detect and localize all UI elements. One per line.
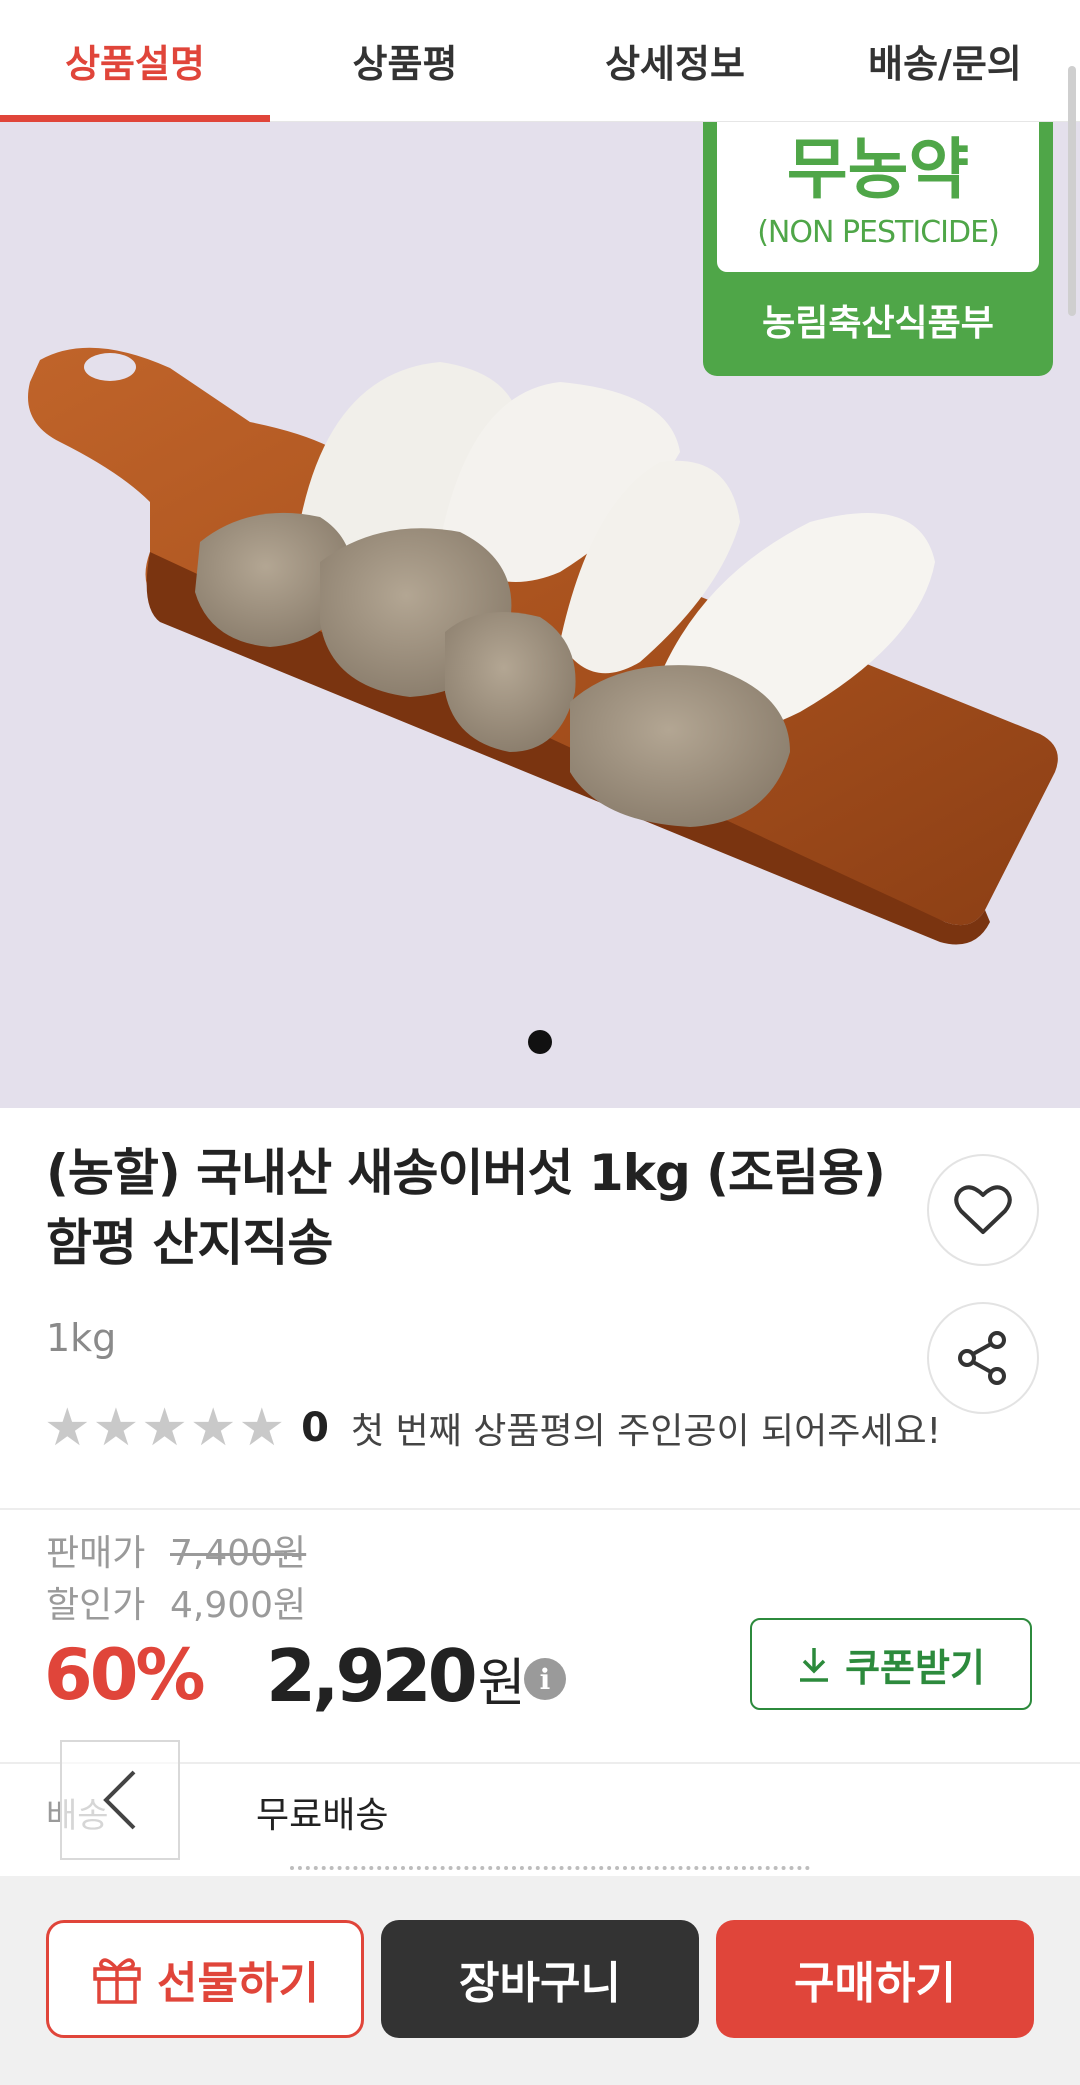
discount-price-row: 할인가 4,900원 xyxy=(46,1576,306,1628)
tab-shipping-inquiry[interactable]: 배송/문의 xyxy=(810,0,1080,121)
gift-button[interactable]: 선물하기 xyxy=(46,1920,364,2038)
heart-icon xyxy=(954,1185,1012,1234)
download-icon xyxy=(800,1648,829,1682)
review-count: 0 xyxy=(301,1405,329,1451)
sale-price-label: 판매가 xyxy=(46,1533,146,1574)
rating-row[interactable]: ★ ★ ★ ★ ★ 0 첫 번째 상품평의 주인공이 되어주세요! xyxy=(44,1402,941,1454)
buy-button[interactable]: 구매하기 xyxy=(716,1920,1034,2038)
price-info-icon[interactable]: i xyxy=(524,1658,566,1700)
tab-details[interactable]: 상세정보 xyxy=(540,0,810,121)
divider xyxy=(0,1508,1080,1510)
discount-price-value: 4,900원 xyxy=(170,1585,307,1626)
cert-issuer-text: 농림축산식품부 xyxy=(762,303,994,344)
no-pesticide-certification-badge: 무농약 (NON PESTICIDE) 농림축산식품부 xyxy=(703,122,1053,376)
chevron-left-icon xyxy=(103,1770,136,1830)
star-icon: ★ xyxy=(44,1398,91,1458)
product-weight: 1kg xyxy=(46,1316,117,1360)
gift-button-label: 선물하기 xyxy=(157,1958,319,2009)
star-icon: ★ xyxy=(238,1398,286,1458)
sale-price-value: 7,400원 xyxy=(170,1533,307,1574)
cert-korean-text: 무농약 xyxy=(786,130,970,208)
product-title-line1: (농할) 국내산 새송이버섯 1kg (조림용) xyxy=(46,1144,886,1202)
final-price-currency: 원 xyxy=(477,1654,526,1714)
cart-button[interactable]: 장바구니 xyxy=(381,1920,699,2038)
tab-bar: 상품설명 상품평 상세정보 배송/문의 xyxy=(0,0,1080,122)
coupon-button-label: 쿠폰받기 xyxy=(845,1645,985,1690)
gift-icon xyxy=(93,1958,141,2004)
wishlist-button[interactable] xyxy=(927,1154,1039,1266)
star-icon: ★ xyxy=(92,1398,140,1458)
discount-rate: 60% xyxy=(44,1634,206,1716)
shipping-value: 무료배송 xyxy=(256,1795,389,1836)
share-button[interactable] xyxy=(927,1302,1039,1414)
discount-price-label: 할인가 xyxy=(46,1585,146,1626)
share-icon xyxy=(958,1331,1006,1385)
product-title-line2: 함평 산지직송 xyxy=(46,1214,333,1272)
tab-reviews[interactable]: 상품평 xyxy=(270,0,540,121)
coupon-download-button[interactable]: 쿠폰받기 xyxy=(750,1618,1032,1710)
product-title: (농할) 국내산 새송이버섯 1kg (조림용) 함평 산지직송 xyxy=(46,1138,906,1278)
product-image-carousel[interactable]: 무농약 (NON PESTICIDE) 농림축산식품부 xyxy=(0,122,1080,1108)
final-price-amount: 2,920 xyxy=(266,1634,478,1718)
star-icon: ★ xyxy=(189,1398,237,1458)
star-icon: ★ xyxy=(141,1398,188,1458)
scrollbar[interactable] xyxy=(1068,66,1076,316)
carousel-indicator xyxy=(0,1030,1080,1054)
back-button[interactable] xyxy=(60,1740,180,1860)
tab-description[interactable]: 상품설명 xyxy=(0,0,270,122)
sale-price-row: 판매가 7,400원 xyxy=(46,1524,306,1576)
carousel-dot-active[interactable] xyxy=(528,1030,552,1054)
cert-english-text: (NON PESTICIDE) xyxy=(757,214,1000,250)
next-section-peek xyxy=(290,1866,810,1876)
bottom-action-bar: 선물하기 장바구니 구매하기 xyxy=(0,1876,1080,2085)
final-price: 2,920원 xyxy=(266,1634,526,1718)
review-prompt: 첫 번째 상품평의 주인공이 되어주세요! xyxy=(350,1411,942,1452)
